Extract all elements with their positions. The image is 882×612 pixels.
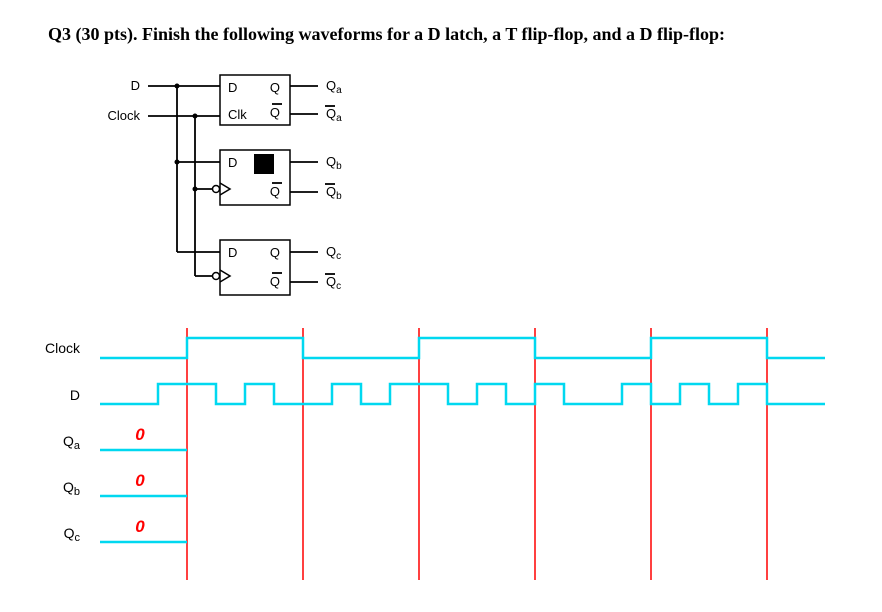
clock-edge-guides: [187, 328, 767, 580]
net-qa: Qa: [326, 78, 342, 96]
wave-label-qa: Qa: [63, 433, 81, 452]
net-qa-bar: Qa: [326, 106, 342, 124]
clock-input-label: Clock: [107, 108, 140, 123]
wave-label-clock: Clock: [45, 340, 81, 356]
block-a-pin-clk: Clk: [228, 107, 247, 122]
waveform-d: [100, 384, 825, 404]
block-a-pin-d: D: [228, 80, 237, 95]
d-input-label: D: [131, 78, 140, 93]
block-c-pin-qbar: Q: [270, 274, 280, 289]
block-c-pin-q: Q: [270, 245, 280, 260]
timing-diagram: Clock D Qa Qb Qc 0 0 0: [20, 320, 860, 600]
block-a-pin-q: Q: [270, 80, 280, 95]
net-qc: Qc: [326, 244, 341, 262]
wave-label-d: D: [70, 387, 80, 403]
init-qb: 0: [135, 471, 145, 490]
wave-label-qc: Qc: [64, 525, 81, 544]
waveform-clock: [100, 338, 825, 358]
init-qc: 0: [135, 517, 145, 536]
net-qb: Qb: [326, 154, 342, 172]
net-qc-bar: Qc: [326, 274, 341, 292]
question-title: Q3 (30 pts). Finish the following wavefo…: [48, 24, 725, 45]
block-a-pin-qbar: Q: [270, 105, 280, 120]
init-qa: 0: [135, 425, 145, 444]
block-b-pin-qbar: Q: [270, 184, 280, 199]
wave-label-qb: Qb: [63, 479, 80, 498]
block-c-pin-d: D: [228, 245, 237, 260]
t-badge: T: [260, 157, 268, 172]
schematic-diagram: D Clock D Clk Q Q Qa Qa D T Q Qb Qb D Q …: [100, 70, 420, 310]
net-qb-bar: Qb: [326, 184, 342, 202]
block-b-pin-d: D: [228, 155, 237, 170]
